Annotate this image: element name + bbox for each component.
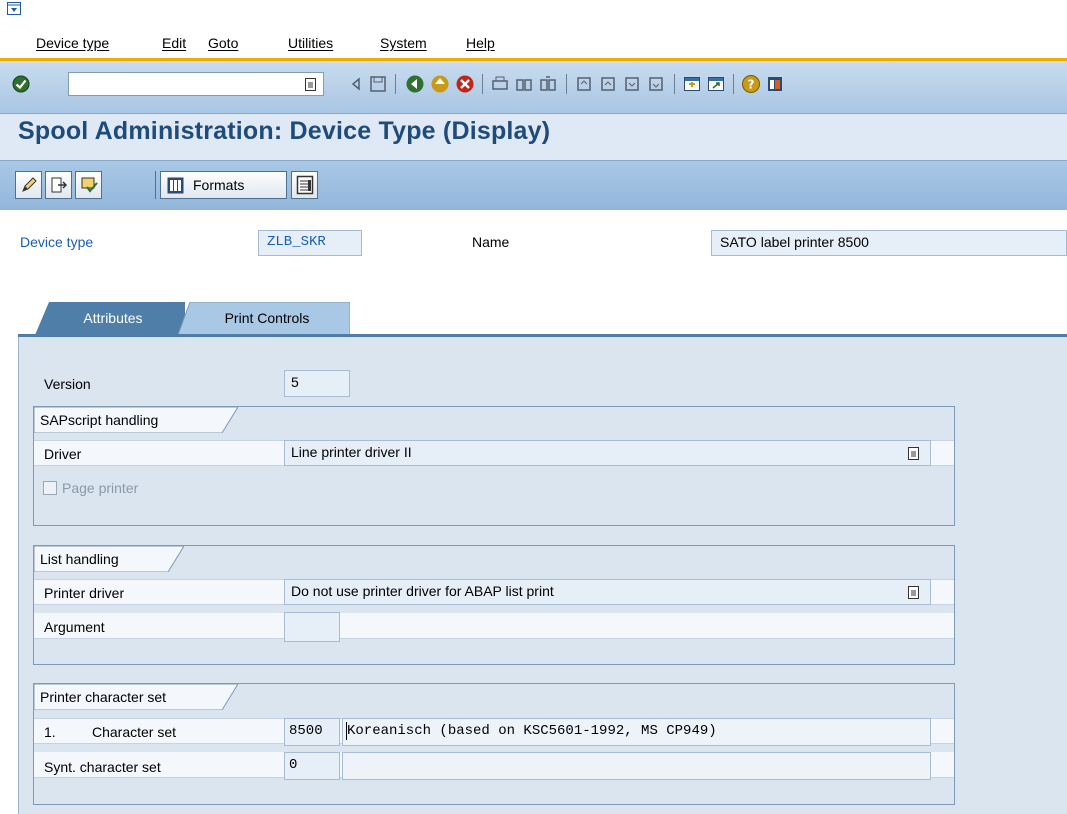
svg-text:?: ? bbox=[748, 78, 755, 92]
argument-row bbox=[34, 613, 954, 639]
display-change-button[interactable] bbox=[15, 171, 42, 199]
sapscript-handling-title: SAPscript handling bbox=[40, 412, 159, 428]
back-nav-icon[interactable] bbox=[405, 74, 425, 94]
synt-character-set-code-field[interactable]: 0 bbox=[284, 752, 340, 780]
first-page-icon[interactable] bbox=[574, 74, 594, 94]
driver-select[interactable]: Line printer driver II bbox=[284, 440, 931, 466]
argument-field[interactable] bbox=[284, 612, 340, 642]
synt-character-set-label: Synt. character set bbox=[44, 759, 161, 775]
page-title: Spool Administration: Device Type (Displ… bbox=[18, 117, 551, 145]
formats-button[interactable]: Formats bbox=[160, 171, 287, 199]
argument-label: Argument bbox=[44, 619, 105, 635]
text-cursor bbox=[346, 722, 347, 740]
character-set-code-field[interactable]: 8500 bbox=[284, 718, 340, 746]
enter-icon[interactable] bbox=[12, 75, 30, 93]
toolbar-separator bbox=[482, 74, 483, 94]
toolbar-separator bbox=[733, 74, 734, 94]
next-page-icon[interactable] bbox=[622, 74, 642, 94]
menu-help[interactable]: Help bbox=[466, 35, 495, 51]
character-set-number: 1. bbox=[44, 724, 56, 740]
find-next-icon[interactable] bbox=[538, 74, 558, 94]
version-field[interactable]: 5 bbox=[284, 370, 350, 397]
print-controls-icon bbox=[296, 175, 314, 195]
help-icon[interactable]: ? bbox=[741, 74, 761, 94]
printer-character-set-title: Printer character set bbox=[40, 689, 167, 705]
menu-bar: Device type Edit Goto Utilities System H… bbox=[0, 0, 1067, 58]
device-type-field[interactable]: ZLB_SKR bbox=[258, 230, 362, 256]
page-printer-checkbox[interactable] bbox=[43, 481, 57, 495]
menu-system[interactable]: System bbox=[380, 35, 427, 51]
menu-goto[interactable]: Goto bbox=[208, 35, 238, 51]
exit-icon[interactable] bbox=[430, 74, 450, 94]
synt-character-set-description bbox=[342, 752, 931, 780]
create-session-icon[interactable] bbox=[682, 74, 702, 94]
dropdown-icon[interactable] bbox=[908, 447, 919, 460]
command-field[interactable] bbox=[68, 72, 324, 96]
name-field[interactable]: SATO label printer 8500 bbox=[711, 230, 1067, 256]
toolbar-separator bbox=[566, 74, 567, 94]
check-button[interactable] bbox=[75, 171, 102, 199]
dropdown-icon[interactable] bbox=[908, 586, 919, 599]
back-icon[interactable] bbox=[346, 74, 366, 94]
previous-page-icon[interactable] bbox=[598, 74, 618, 94]
find-icon[interactable] bbox=[514, 74, 534, 94]
cancel-icon[interactable] bbox=[455, 74, 475, 94]
system-menu-icon[interactable] bbox=[7, 2, 21, 15]
character-set-description: Koreanisch (based on KSC5601-1992, MS CP… bbox=[342, 718, 931, 746]
toolbar-separator bbox=[674, 74, 675, 94]
printer-driver-label: Printer driver bbox=[44, 585, 125, 601]
print-icon[interactable] bbox=[490, 74, 510, 94]
print-controls-button[interactable] bbox=[291, 171, 318, 199]
check-icon bbox=[81, 177, 98, 193]
other-object-icon bbox=[51, 177, 68, 193]
command-dropdown-icon[interactable] bbox=[305, 78, 316, 91]
formats-label: Formats bbox=[193, 177, 245, 193]
toolbar-separator bbox=[155, 171, 156, 199]
formats-icon bbox=[167, 177, 184, 194]
character-set-label: Character set bbox=[92, 724, 177, 740]
printer-driver-select[interactable]: Do not use printer driver for ABAP list … bbox=[284, 579, 931, 605]
menu-edit[interactable]: Edit bbox=[162, 35, 186, 51]
device-type-label: Device type bbox=[20, 234, 94, 250]
last-page-icon[interactable] bbox=[646, 74, 666, 94]
menu-device-type[interactable]: Device type bbox=[36, 35, 109, 51]
toolbar-separator bbox=[395, 74, 396, 94]
other-object-button[interactable] bbox=[45, 171, 72, 199]
page-printer-label: Page printer bbox=[62, 480, 139, 496]
menu-utilities[interactable]: Utilities bbox=[288, 35, 333, 51]
tab-attributes[interactable]: Attributes bbox=[48, 302, 178, 334]
driver-label: Driver bbox=[44, 446, 82, 462]
customize-layout-icon[interactable] bbox=[765, 74, 785, 94]
list-handling-title: List handling bbox=[40, 551, 119, 567]
display-change-icon bbox=[22, 177, 37, 192]
tab-print-controls[interactable]: Print Controls bbox=[192, 302, 342, 334]
save-icon[interactable] bbox=[368, 74, 388, 94]
shortcut-icon[interactable] bbox=[706, 74, 726, 94]
version-label: Version bbox=[44, 376, 91, 392]
name-label: Name bbox=[472, 234, 510, 250]
